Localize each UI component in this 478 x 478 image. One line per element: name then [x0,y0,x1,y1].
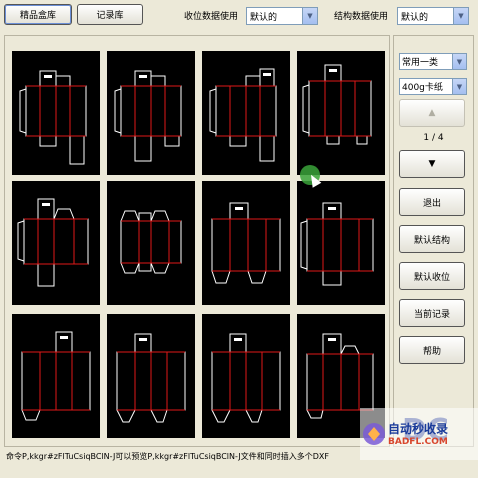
page-indicator: 1 / 4 [423,133,444,143]
structure-data-label: 结构数据使用 [334,12,389,22]
page-up-button[interactable]: ▲ [399,99,465,127]
box-thumbnail[interactable] [12,51,100,175]
current-record-button[interactable]: 当前记录 [399,299,465,327]
right-control-panel: 常用一类 ▼ 400g卡纸 ▼ ▲ 1 / 4 ▼ 退出 默认结构 默认收位 当… [393,35,474,447]
box-thumbnail[interactable] [202,314,290,438]
box-thumbnail[interactable] [297,51,385,175]
structure-data-value: 默认的 [401,12,429,23]
exit-button[interactable]: 退出 [399,188,465,216]
box-thumbnail[interactable] [107,314,195,438]
box-thumbnail[interactable] [202,181,290,305]
chevron-down-icon[interactable]: ▼ [452,79,466,94]
receive-data-value: 默认的 [250,12,278,23]
receive-data-label: 收位数据使用 [184,12,239,22]
category-select[interactable]: 常用一类 ▼ [399,53,467,70]
down-arrow-icon: ▼ [428,159,436,169]
box-thumbnail[interactable] [107,181,195,305]
watermark-url: BADFL.COM [388,437,448,447]
box-thumbnail[interactable] [12,181,100,305]
box-thumbnail[interactable] [107,51,195,175]
tab-boutique-box-library[interactable]: 精品盒库 [4,4,72,25]
box-template-grid [4,35,390,447]
material-select[interactable]: 400g卡纸 ▼ [399,78,467,95]
chevron-down-icon[interactable]: ▼ [302,8,317,24]
top-toolbar: 精品盒库 记录库 收位数据使用 默认的 ▼ 结构数据使用 默认的 ▼ [0,0,478,30]
default-structure-button[interactable]: 默认结构 [399,225,465,253]
default-receive-button[interactable]: 默认收位 [399,262,465,290]
material-value: 400g卡纸 [402,83,443,93]
receive-data-select[interactable]: 默认的 ▼ [246,7,318,25]
up-arrow-icon: ▲ [428,108,436,118]
category-value: 常用一类 [402,58,439,68]
status-bar-text: 命令P,kkgr#zFlTuCsiqBClN-J可以预览P,kkgr#zFlTu… [6,452,329,461]
watermark-text: 自动秒收录 [388,422,449,436]
chevron-down-icon[interactable]: ▼ [452,54,466,69]
tab-record-library[interactable]: 记录库 [77,4,143,25]
help-button[interactable]: 帮助 [399,336,465,364]
box-thumbnail[interactable] [12,314,100,438]
box-thumbnail[interactable] [297,181,385,305]
page-down-button[interactable]: ▼ [399,150,465,178]
chevron-down-icon[interactable]: ▼ [453,8,468,24]
box-thumbnail[interactable] [202,51,290,175]
structure-data-select[interactable]: 默认的 ▼ [397,7,469,25]
